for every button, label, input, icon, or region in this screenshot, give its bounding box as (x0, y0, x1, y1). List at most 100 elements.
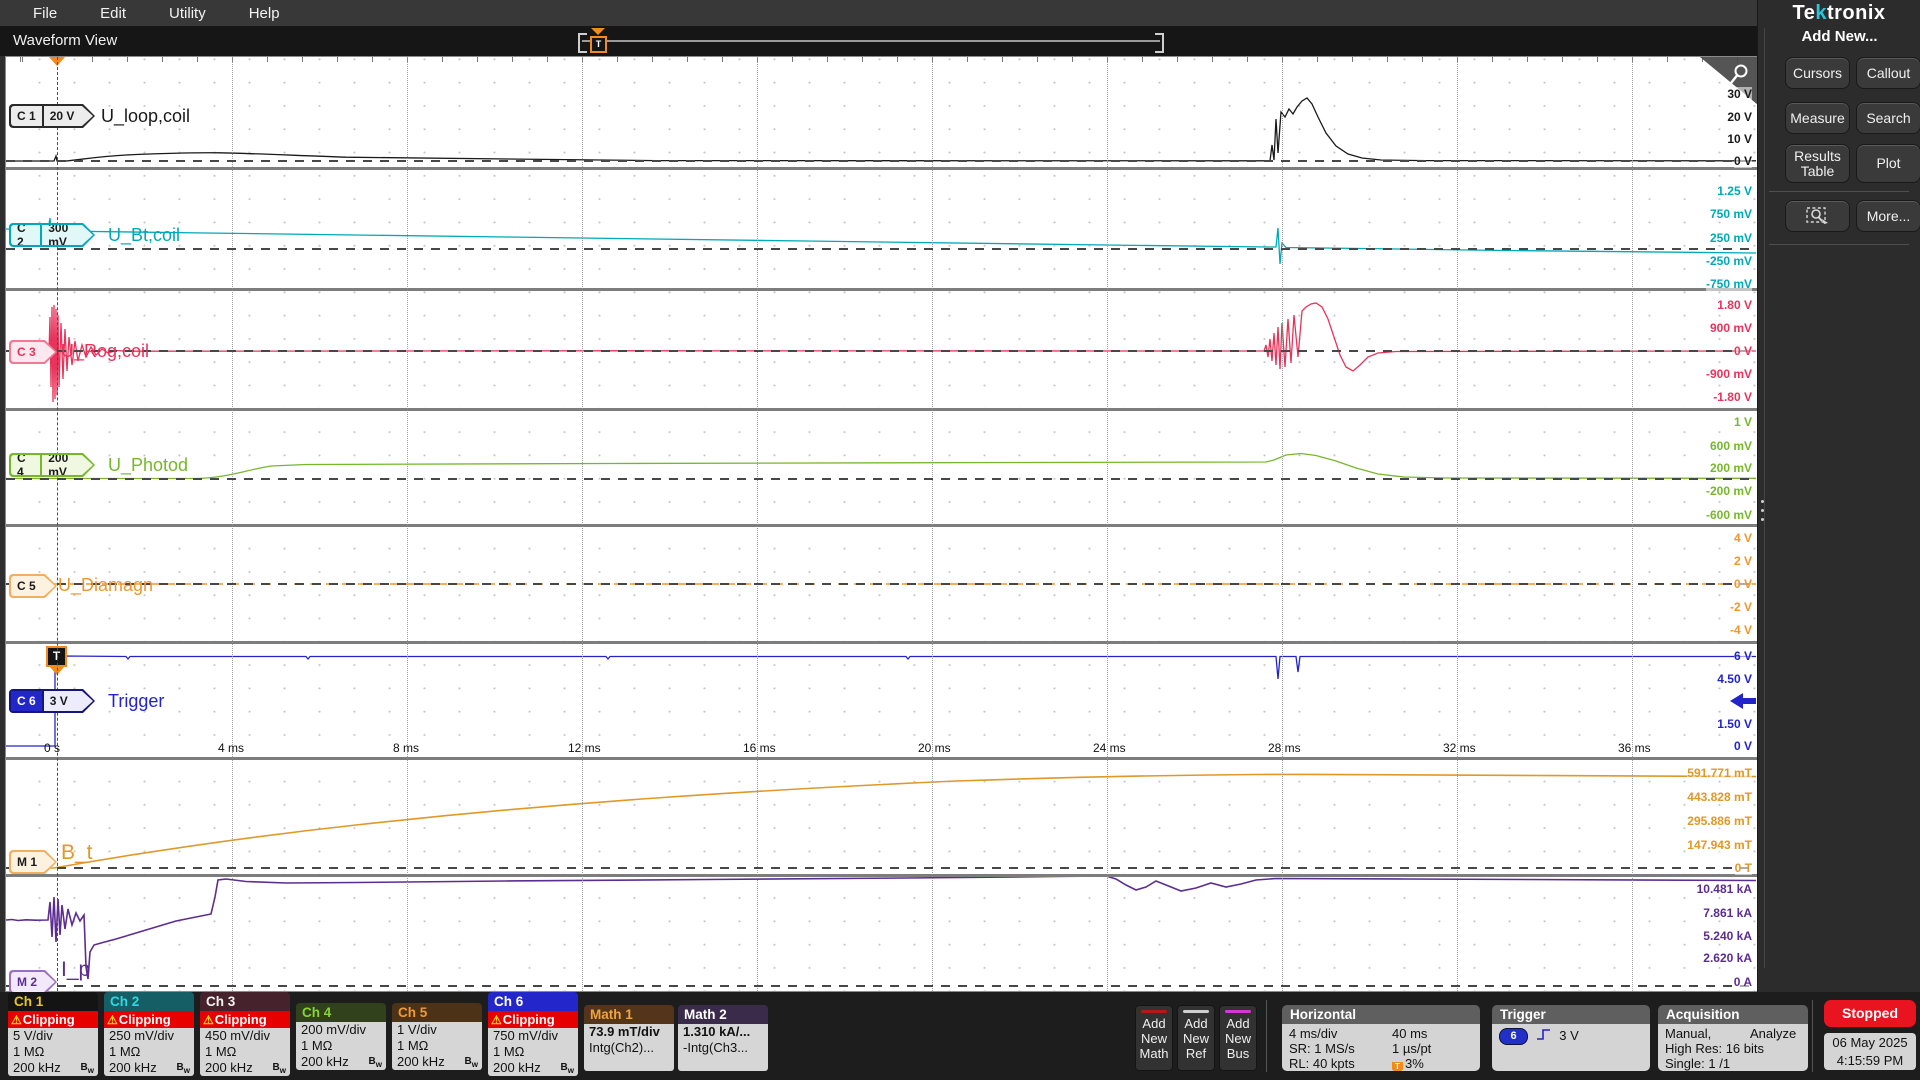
channel-tab-ch-2[interactable]: Ch 2⚠Clipping250 mV/div1 MΩ200 kHzBw (104, 992, 194, 1076)
menu-utility[interactable]: Utility (150, 5, 230, 22)
overview-left-bracket[interactable] (578, 33, 587, 53)
tektronix-logo: Tektronix (1758, 2, 1920, 25)
time-axis-label: 4 ms (218, 741, 278, 755)
slice-separator (6, 288, 1758, 291)
warning-icon: ⚠ (490, 1013, 503, 1027)
badge-segment: C 5 (11, 576, 42, 596)
acquisition-panel[interactable]: Acquisition Manual,Analyze High Res: 16 … (1658, 1005, 1808, 1071)
channel-tab-ch-4[interactable]: Ch 4200 mV/div1 MΩ200 kHzBw (296, 1003, 386, 1070)
zero-line-c1 (6, 160, 1754, 162)
horizontal-panel[interactable]: Horizontal 4 ms/div40 ms SR: 1 MS/s1 µs/… (1282, 1005, 1480, 1071)
axis-label: 10.481 kA (1697, 882, 1752, 896)
channel-badge-c2[interactable]: C 2300 mV (9, 223, 95, 247)
channel-tab-ch-6[interactable]: Ch 6⚠Clipping750 mV/div1 MΩ200 kHzBw (488, 992, 578, 1076)
callout-button[interactable]: Callout (1856, 57, 1920, 89)
menu-help[interactable]: Help (230, 5, 304, 22)
bandwidth-limit-icon: Bw (81, 1060, 94, 1076)
run-stop-status-button[interactable]: Stopped (1824, 1000, 1916, 1027)
badge-segment: M 1 (11, 852, 43, 872)
channel-label-c4[interactable]: U_Photod (108, 455, 188, 476)
channel-tab-math-1[interactable]: Math 173.9 mT/divIntg(Ch2)... (584, 1005, 674, 1071)
channel-badge-c5[interactable]: C 5 (9, 574, 57, 598)
trigger-level-value: 3 V (1559, 1028, 1579, 1043)
channel-badge-c1[interactable]: C 120 V (9, 104, 95, 128)
tab-scale: 73.9 mT/div (584, 1024, 674, 1040)
add-new-math-button[interactable]: AddNewMath (1135, 1005, 1173, 1071)
warning-icon: ⚠ (10, 1013, 23, 1027)
channel-label-c1[interactable]: U_loop,coil (101, 106, 190, 127)
measure-button[interactable]: Measure (1785, 102, 1850, 134)
zero-line-c5 (6, 583, 1754, 585)
overview-right-bracket[interactable] (1155, 33, 1164, 53)
channel-tab-math-2[interactable]: Math 21.310 kA/...-Intg(Ch3... (678, 1005, 768, 1071)
channel-label-c2[interactable]: U_Bt,coil (108, 225, 180, 246)
tab-scale: 1 V/div (392, 1022, 482, 1038)
bandwidth-limit-icon: Bw (177, 1060, 190, 1076)
tab-body: 750 mV/div1 MΩ200 kHzBw (488, 1028, 578, 1076)
axis-label: -600 mV (1706, 508, 1752, 522)
channel-label-c6[interactable]: Trigger (108, 691, 164, 712)
channel-badge-c4[interactable]: C 4200 mV (9, 453, 95, 477)
tab-impedance: 1 MΩ (8, 1044, 98, 1060)
tab-impedance: 1 MΩ (104, 1044, 194, 1060)
axis-label: 4.50 V (1717, 672, 1752, 686)
horizontal-trigger-position: 3% (1405, 1056, 1424, 1071)
tab-bandwidth: 200 kHzBw (392, 1054, 482, 1070)
channel-label-c5[interactable]: U_Diamagn (58, 575, 153, 596)
horizontal-window: 40 ms (1392, 1026, 1427, 1041)
tab-body: 200 mV/div1 MΩ200 kHzBw (296, 1022, 386, 1070)
date-value: 06 May 2025 (1824, 1034, 1916, 1052)
axis-label: 1.50 V (1717, 717, 1752, 731)
cursors-button[interactable]: Cursors (1785, 57, 1850, 89)
channel-badge-m1[interactable]: M 1 (9, 850, 57, 874)
overview-trigger-icon[interactable]: T (590, 36, 607, 53)
trace-m1 (6, 774, 1756, 868)
badge-segment: 300 mV (40, 225, 93, 245)
acquisition-analyze: Analyze (1750, 1026, 1796, 1041)
time-axis-label: 32 ms (1443, 741, 1503, 755)
badge-segment: 3 V (42, 691, 74, 711)
view-title: Waveform View (13, 32, 117, 49)
time-axis-label: 0 s (44, 741, 104, 755)
channel-badge-c6[interactable]: C 63 V (9, 689, 95, 713)
horizontal-resolution: 1 µs/pt (1392, 1041, 1431, 1056)
panel-drag-handle[interactable] (1761, 500, 1765, 527)
axis-label: 20 V (1727, 110, 1752, 124)
zoom-select-button[interactable] (1785, 200, 1850, 232)
trigger-panel[interactable]: Trigger 6 3 V (1492, 1005, 1650, 1071)
channel-tab-ch-3[interactable]: Ch 3⚠Clipping450 mV/div1 MΩ200 kHzBw (200, 992, 290, 1076)
axis-label: -200 mV (1706, 484, 1752, 498)
tab-body: 73.9 mT/divIntg(Ch2)... (584, 1024, 674, 1071)
channel-badge-m2[interactable]: M 2 (9, 970, 57, 994)
add-new-panel: Add New... Cursors Callout Measure Searc… (1764, 28, 1914, 968)
plot-button[interactable]: Plot (1856, 144, 1920, 183)
channel-label-m2[interactable]: I_p (61, 958, 90, 982)
channel-label-m1[interactable]: B_t (61, 841, 93, 865)
channel-badge-c3[interactable]: C 3 (9, 340, 57, 364)
major-gridline (1282, 57, 1283, 991)
menu-edit[interactable]: Edit (81, 5, 150, 22)
waveform-plot-area[interactable]: T 30 V20 V10 V0 VC 120 VU_loop,coil1.25 … (5, 56, 1759, 992)
trigger-level-arrow[interactable] (1730, 693, 1756, 709)
tab-scale: 1.310 kA/... (678, 1024, 768, 1040)
more-button[interactable]: More... (1856, 200, 1920, 232)
add-new-ref-button[interactable]: AddNewRef (1177, 1005, 1215, 1071)
major-gridline (1457, 57, 1458, 991)
major-gridline (757, 57, 758, 991)
add-new-bus-button[interactable]: AddNewBus (1219, 1005, 1257, 1071)
tab-header: Ch 3 (200, 992, 290, 1011)
overview-trigger-triangle-icon (591, 28, 605, 35)
record-overview-bar[interactable]: T (578, 29, 1164, 53)
channel-label-c3[interactable]: U_Rog,coil (61, 341, 149, 362)
axis-label: -250 mV (1706, 254, 1752, 268)
menu-file[interactable]: File (14, 5, 81, 22)
axis-label: 0 A (1734, 975, 1752, 989)
results-table-button[interactable]: Results Table (1785, 144, 1850, 183)
channel-tab-ch-1[interactable]: Ch 1⚠Clipping5 V/div1 MΩ200 kHzBw (8, 992, 98, 1076)
major-gridline (932, 57, 933, 991)
tab-bandwidth: 200 kHzBw (296, 1054, 386, 1070)
search-button[interactable]: Search (1856, 102, 1920, 134)
channel-tab-ch-5[interactable]: Ch 51 V/div1 MΩ200 kHzBw (392, 1003, 482, 1070)
horizontal-scale: 4 ms/div (1289, 1026, 1337, 1041)
slice-separator (6, 757, 1758, 760)
